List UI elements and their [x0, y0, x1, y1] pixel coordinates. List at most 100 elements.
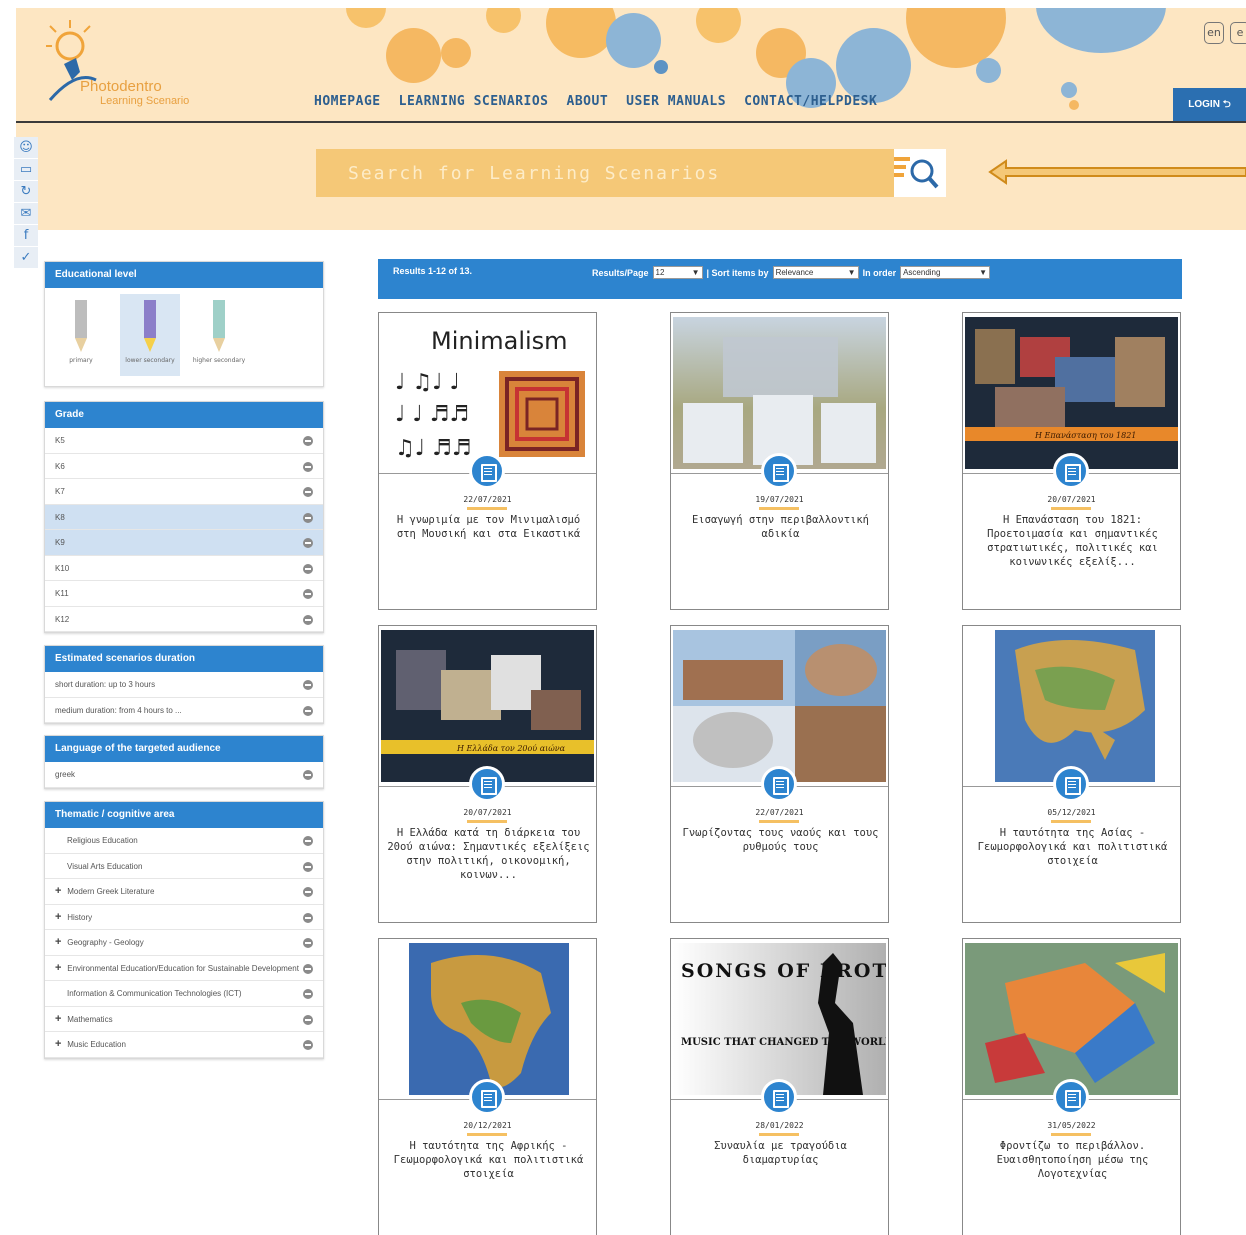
scenario-card[interactable]: 20/12/2021 Η ταυτότητα της Αφρικής - Γεω… [378, 938, 597, 1235]
document-icon [1053, 1079, 1089, 1115]
expand-icon[interactable]: + [55, 1032, 65, 1057]
environment-image [683, 337, 876, 465]
nav-about[interactable]: ABOUT [567, 94, 609, 109]
scenario-card[interactable]: Minimalism ♩ ♫♩ ♩ ♩ ♩ ♬♬ ♫♩ ♬♬ 22/07/202… [378, 312, 597, 610]
sort-select[interactable]: Relevance ▼ [772, 266, 859, 279]
thematic-item[interactable]: Visual Arts Education [45, 854, 323, 879]
remove-icon[interactable] [303, 1040, 313, 1050]
card-title[interactable]: Η Επανάσταση του 1821: Προετοιμασία και … [969, 513, 1176, 569]
grade-item[interactable]: K5 [45, 428, 323, 454]
arrow-left-icon [988, 159, 1246, 185]
grade-item[interactable]: K8 [45, 504, 323, 530]
remove-icon[interactable] [303, 461, 313, 472]
thematic-item[interactable]: + Music Education [45, 1032, 323, 1058]
remove-icon[interactable] [303, 487, 313, 497]
remove-icon[interactable] [303, 538, 313, 548]
grade-panel: Grade K5 K6 K7 K8 K9 K10 K11 K12 [44, 401, 324, 633]
thematic-item[interactable]: Religious Education [45, 828, 323, 854]
decor-bubble [836, 28, 911, 103]
scenario-card[interactable]: SONGS OF PROTEST MUSIC THAT CHANGED THE … [670, 938, 889, 1235]
grade-item[interactable]: K7 [45, 479, 323, 505]
facebook-icon[interactable]: f [14, 225, 38, 247]
search-button[interactable] [894, 149, 946, 197]
card-title[interactable]: Γνωρίζοντας τους ναούς και τους ρυθμούς … [677, 826, 884, 854]
twitter-icon[interactable]: ✓ [14, 247, 38, 269]
remove-icon[interactable] [303, 963, 313, 974]
panel-title: Educational level [45, 262, 323, 288]
remove-icon[interactable] [303, 861, 313, 872]
per-page-select[interactable]: 12 ▼ [652, 266, 703, 279]
book-icon[interactable]: ▭ [14, 159, 38, 181]
comment-icon[interactable]: ☺ [14, 137, 38, 159]
scenario-card[interactable]: 05/12/2021 Η ταυτότητα της Ασίας - Γεωμο… [962, 625, 1181, 923]
remove-icon[interactable] [303, 989, 313, 999]
nav-user-manuals[interactable]: USER MANUALS [626, 94, 726, 109]
remove-icon[interactable] [303, 938, 313, 948]
scenario-card[interactable]: Η Επανάσταση του 1821 20/07/2021 Η Επανά… [962, 312, 1181, 610]
remove-icon[interactable] [303, 436, 313, 446]
order-select[interactable]: Ascending ▼ [900, 266, 991, 279]
card-date: 22/07/2021 [463, 495, 512, 504]
remove-icon[interactable] [303, 563, 313, 574]
card-title[interactable]: Εισαγωγή στην περιβαλλοντική αδικία [677, 513, 884, 541]
duration-item[interactable]: medium duration: from 4 hours to ... [45, 698, 323, 723]
grade-item[interactable]: K12 [45, 607, 323, 632]
lang-en-button[interactable]: en [1204, 22, 1224, 44]
language-item[interactable]: greek [45, 762, 323, 788]
remove-icon[interactable] [303, 912, 313, 923]
results-toolbar: Results 1-12 of 13. Results/Page 12 ▼ | S… [378, 259, 1182, 299]
remove-icon[interactable] [303, 1014, 313, 1025]
grade-item[interactable]: K6 [45, 454, 323, 479]
document-icon [469, 766, 505, 802]
level-higher-secondary[interactable]: higher secondary [189, 294, 249, 376]
thematic-item[interactable]: + Geography - Geology [45, 930, 323, 956]
nav-contact-helpdesk[interactable]: CONTACT/HELPDESK [744, 94, 877, 109]
scenario-card[interactable]: Η Ελλάδα τον 20ού αιώνα 20/07/2021 Η Ελλ… [378, 625, 597, 923]
thematic-item[interactable]: Information & Communication Technologies… [45, 981, 323, 1007]
mail-icon[interactable]: ✉ [14, 203, 38, 225]
card-title[interactable]: Η Ελλάδα κατά τη διάρκεια του 20ού αιώνα… [385, 826, 592, 882]
card-title[interactable]: Η ταυτότητα της Ασίας - Γεωμορφολογικά κ… [969, 826, 1176, 868]
card-title[interactable]: Συναυλία με τραγούδια διαμαρτυρίας [677, 1139, 884, 1167]
login-button[interactable]: LOGIN ⮌ [1173, 88, 1246, 121]
nav-homepage[interactable]: HOMEPAGE [314, 94, 381, 109]
grade-item[interactable]: K11 [45, 581, 323, 607]
card-underline [1051, 820, 1091, 823]
card-title[interactable]: Η γνωριμία με τον Μινιμαλισμό στη Μουσικ… [385, 513, 592, 541]
thematic-item[interactable]: + Mathematics [45, 1007, 323, 1032]
scenario-card[interactable]: 22/07/2021 Γνωρίζοντας τους ναούς και το… [670, 625, 889, 923]
remove-icon[interactable] [303, 887, 313, 897]
remove-icon[interactable] [303, 589, 313, 599]
card-thumbnail: Η Επανάσταση του 1821 [965, 317, 1178, 469]
remove-icon[interactable] [303, 512, 313, 523]
expand-icon[interactable]: + [55, 905, 65, 930]
expand-icon[interactable]: + [55, 879, 65, 904]
grade-item[interactable]: K9 [45, 530, 323, 556]
card-title[interactable]: Η ταυτότητα της Αφρικής - Γεωμορφολογικά… [385, 1139, 592, 1181]
level-primary[interactable]: primary [51, 294, 111, 376]
share-icon[interactable]: ↻ [14, 181, 38, 203]
nav-learning-scenarios[interactable]: LEARNING SCENARIOS [399, 94, 549, 109]
decor-bubble [696, 8, 741, 43]
remove-icon[interactable] [303, 614, 313, 625]
thematic-item[interactable]: + Modern Greek Literature [45, 879, 323, 905]
search-input[interactable]: Search for Learning Scenarios [316, 149, 894, 197]
scenario-card[interactable]: 19/07/2021 Εισαγωγή στην περιβαλλοντική … [670, 312, 889, 610]
remove-icon[interactable] [303, 770, 313, 780]
remove-icon[interactable] [303, 705, 313, 716]
scenario-card[interactable]: 31/05/2022 Φροντίζω το περιβάλλον. Ευαισ… [962, 938, 1181, 1235]
remove-icon[interactable] [303, 836, 313, 846]
expand-icon[interactable]: + [55, 1007, 65, 1032]
level-lower-secondary[interactable]: lower secondary [120, 294, 180, 376]
thematic-item[interactable]: + Environmental Education/Education for … [45, 956, 323, 981]
main-nav: HOMEPAGE LEARNING SCENARIOS ABOUT USER M… [314, 94, 877, 109]
remove-icon[interactable] [303, 680, 313, 690]
expand-icon[interactable]: + [55, 930, 65, 955]
grade-item[interactable]: K10 [45, 556, 323, 581]
card-date: 22/07/2021 [755, 808, 804, 817]
card-title[interactable]: Φροντίζω το περιβάλλον. Ευαισθητοποίηση … [969, 1139, 1176, 1181]
duration-item[interactable]: short duration: up to 3 hours [45, 672, 323, 698]
thematic-item[interactable]: + History [45, 905, 323, 930]
lang-el-button[interactable]: e [1230, 22, 1246, 44]
expand-icon[interactable]: + [55, 956, 65, 981]
